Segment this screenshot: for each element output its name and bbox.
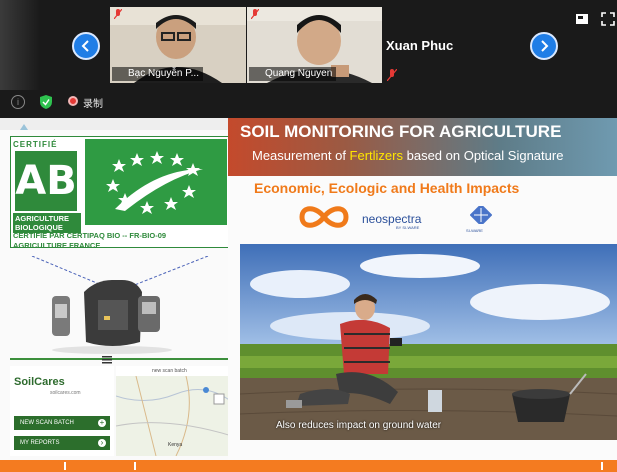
divider-line	[10, 358, 232, 360]
shared-screen-slide: CERTIFIÉ AB AGRICULTURE BIOLOGIQUE CERTI…	[0, 118, 617, 472]
infinity-logo-icon	[299, 206, 349, 228]
scanner-devices-image	[31, 256, 209, 354]
arrow-icon: ›	[98, 439, 106, 447]
strip-tick	[134, 462, 136, 470]
new-scan-batch-label: NEW SCAN BATCH	[20, 420, 74, 426]
slide-banner: SOIL MONITORING FOR AGRICULTURE Measurem…	[228, 118, 617, 176]
subtitle-highlight: Fertlizers	[349, 148, 403, 163]
chevron-right-icon	[541, 40, 549, 52]
siware-logo-icon	[470, 206, 492, 224]
map-header: new scan batch	[116, 366, 232, 376]
participant-name-1: Bạc Nguyễn P...	[112, 67, 203, 81]
slide-left-column: CERTIFIÉ AB AGRICULTURE BIOLOGIQUE CERTI…	[0, 118, 234, 472]
mic-off-icon	[114, 9, 122, 19]
map-country-label: Kenya	[168, 442, 183, 448]
soilcares-subtitle: soilcares.com	[50, 390, 81, 396]
participant-tile-2[interactable]: Quang Nguyen	[247, 7, 382, 83]
next-participants-button[interactable]	[530, 32, 558, 60]
meeting-top-bar: Bạc Nguyễn P... Quang Nguyen Xuan Phuc i…	[0, 0, 617, 118]
siware-label: SI-WARE	[466, 228, 483, 233]
soilcares-logo: SoilCares	[14, 376, 65, 388]
meeting-status-row: i 录制	[0, 92, 617, 112]
bottom-orange-strip	[0, 460, 617, 472]
strip-tick	[64, 462, 66, 470]
cert-line-1: CERTIFIE PAR CERTIPAQ BIO -- FR-BIO-09	[13, 231, 167, 240]
ab-letters: AB	[15, 151, 77, 211]
strip-tick	[601, 462, 603, 470]
layout-icon[interactable]	[575, 12, 589, 26]
impacts-heading: Economic, Ecologic and Health Impacts	[254, 180, 520, 196]
my-reports-label: MY REPORTS	[20, 440, 60, 446]
mic-off-icon	[387, 69, 397, 81]
record-icon[interactable]	[68, 96, 78, 106]
certifie-label: CERTIFIÉ	[13, 140, 58, 149]
participant-tile-1[interactable]: Bạc Nguyễn P...	[110, 7, 246, 83]
participant-name-2: Quang Nguyen	[249, 67, 337, 81]
info-icon[interactable]: i	[11, 95, 25, 109]
fullscreen-icon[interactable]	[601, 12, 615, 26]
eu-organic-leaf-logo	[85, 139, 227, 225]
organic-certification-logo: CERTIFIÉ AB AGRICULTURE BIOLOGIQUE CERTI…	[10, 136, 230, 251]
farmer-field-photo: Also reduces impact on ground water	[240, 244, 617, 440]
shield-icon[interactable]	[40, 95, 52, 109]
agriculture-biologique-label: AGRICULTURE BIOLOGIQUE	[13, 213, 81, 233]
neospectra-subtitle: BY SI-WARE	[396, 225, 420, 230]
caret-up-icon	[20, 124, 28, 130]
slide-title: SOIL MONITORING FOR AGRICULTURE	[240, 122, 562, 141]
subtitle-suffix: based on Optical Signature	[403, 148, 564, 163]
neospectra-logo: neospectra	[362, 212, 422, 226]
slide-right-column: SOIL MONITORING FOR AGRICULTURE Measurem…	[228, 118, 617, 472]
farmer-photo-image	[240, 244, 617, 440]
prev-participants-button[interactable]	[72, 32, 100, 60]
chevron-left-icon	[81, 40, 89, 52]
new-scan-batch-button[interactable]: NEW SCAN BATCH +	[14, 416, 110, 430]
plus-icon: +	[98, 418, 106, 427]
map-panel: new scan batch Kenya	[116, 366, 232, 456]
menu-icon[interactable]	[102, 356, 112, 364]
mic-off-icon	[251, 9, 259, 19]
cert-line-2: AGRICULTURE FRANCE	[13, 241, 101, 250]
left-top-accent	[0, 118, 234, 130]
partner-logos: neospectra BY SI-WARE SI-WARE	[298, 202, 598, 233]
active-speaker-name: Xuan Phuc	[386, 38, 454, 53]
recording-label: 录制	[83, 99, 103, 110]
certification-text: CERTIFIE PAR CERTIPAQ BIO -- FR-BIO-09 A…	[13, 231, 227, 251]
soilcares-app-panel: SoilCares soilcares.com NEW SCAN BATCH +…	[10, 366, 114, 456]
slide-subtitle: Measurement of Fertlizers based on Optic…	[252, 148, 563, 163]
my-reports-button[interactable]: MY REPORTS ›	[14, 436, 110, 450]
subtitle-prefix: Measurement of	[252, 148, 350, 163]
left-edge-shadow	[0, 0, 40, 90]
photo-caption: Also reduces impact on ground water	[276, 420, 442, 431]
